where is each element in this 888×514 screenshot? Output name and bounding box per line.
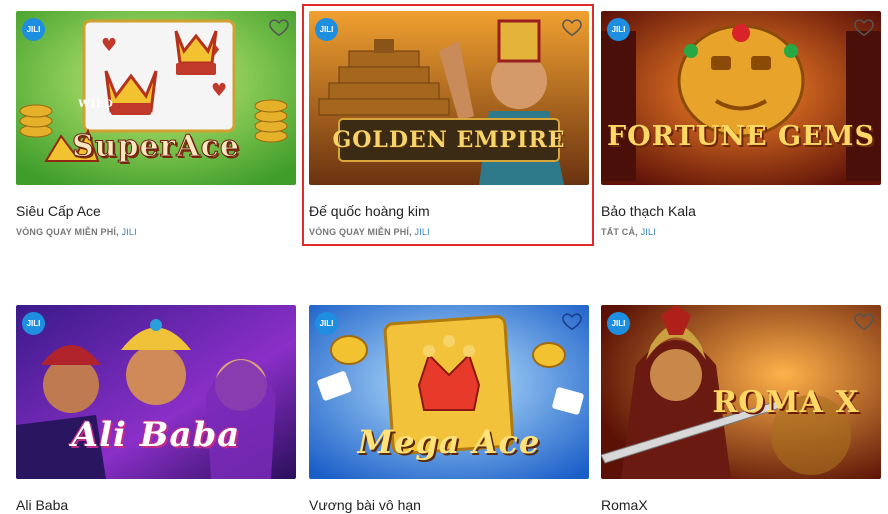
game-thumbnail[interactable]: JILI Ali Baba [16, 305, 296, 479]
provider-badge: JILI [315, 312, 338, 335]
game-title[interactable]: Ali Baba [16, 497, 296, 513]
game-artwork [309, 11, 589, 185]
game-category[interactable]: VÒNG QUAY MIỄN PHÍ, [16, 227, 119, 237]
game-provider-link[interactable]: JILI [122, 227, 137, 237]
game-thumbnail[interactable]: JILI GOLDEN EMPIRE [309, 11, 589, 185]
favorite-heart-icon[interactable] [853, 310, 875, 332]
game-logo: Mega Ace [357, 423, 541, 461]
game-card-super-ace[interactable]: ♥ ♦ ♥ JILI SuperAce WILD Siêu Cấp Ace VÒ… [16, 11, 296, 237]
game-thumbnail[interactable]: JILI FORTUNE GEMS [601, 11, 881, 185]
game-card-romax[interactable]: JILI ROMA X RomaX [601, 305, 881, 513]
svg-text:♥: ♥ [211, 80, 227, 101]
favorite-heart-icon[interactable] [853, 16, 875, 38]
game-title[interactable]: Siêu Cấp Ace [16, 203, 296, 219]
game-meta: VÒNG QUAY MIỄN PHÍ, JILI [16, 227, 296, 237]
game-meta: TẤT CẢ, JILI [601, 227, 881, 237]
game-category[interactable]: VÒNG QUAY MIỄN PHÍ, [309, 227, 412, 237]
provider-badge: JILI [607, 312, 630, 335]
game-artwork [601, 11, 881, 185]
game-provider-link[interactable]: JILI [415, 227, 430, 237]
game-card-fortune-gems[interactable]: JILI FORTUNE GEMS Bảo thạch Kala TẤT CẢ,… [601, 11, 881, 237]
favorite-heart-icon[interactable] [268, 16, 290, 38]
provider-badge: JILI [315, 18, 338, 41]
game-thumbnail[interactable]: ♥ ♦ ♥ JILI SuperAce WILD [16, 11, 296, 185]
game-title[interactable]: RomaX [601, 497, 881, 513]
provider-badge: JILI [22, 18, 45, 41]
game-logo: Ali Baba [71, 415, 241, 455]
provider-badge: JILI [607, 18, 630, 41]
game-card-mega-ace[interactable]: JILI Mega Ace Vương bài vô hạn [309, 305, 589, 513]
wild-tag: WILD [78, 99, 114, 110]
svg-text:♥: ♥ [101, 35, 117, 56]
favorite-heart-icon[interactable] [561, 16, 583, 38]
game-title[interactable]: Bảo thạch Kala [601, 203, 881, 219]
provider-badge: JILI [22, 312, 45, 335]
game-logo: ROMA X [712, 385, 860, 420]
game-provider-link[interactable]: JILI [641, 227, 656, 237]
game-logo: FORTUNE GEMS [607, 121, 875, 152]
game-thumbnail[interactable]: JILI Mega Ace [309, 305, 589, 479]
game-meta: VÒNG QUAY MIỄN PHÍ, JILI [309, 227, 589, 237]
game-card-golden-empire[interactable]: JILI GOLDEN EMPIRE Đế quốc hoàng kim VÒN… [309, 11, 589, 237]
game-title[interactable]: Vương bài vô hạn [309, 497, 589, 513]
game-logo: SuperAce [72, 129, 240, 165]
favorite-heart-icon[interactable] [561, 310, 583, 332]
game-thumbnail[interactable]: JILI ROMA X [601, 305, 881, 479]
game-title[interactable]: Đế quốc hoàng kim [309, 203, 589, 219]
game-card-ali-baba[interactable]: JILI Ali Baba Ali Baba [16, 305, 296, 513]
game-logo: GOLDEN EMPIRE [332, 127, 566, 153]
game-category[interactable]: TẤT CẢ, [601, 227, 638, 237]
